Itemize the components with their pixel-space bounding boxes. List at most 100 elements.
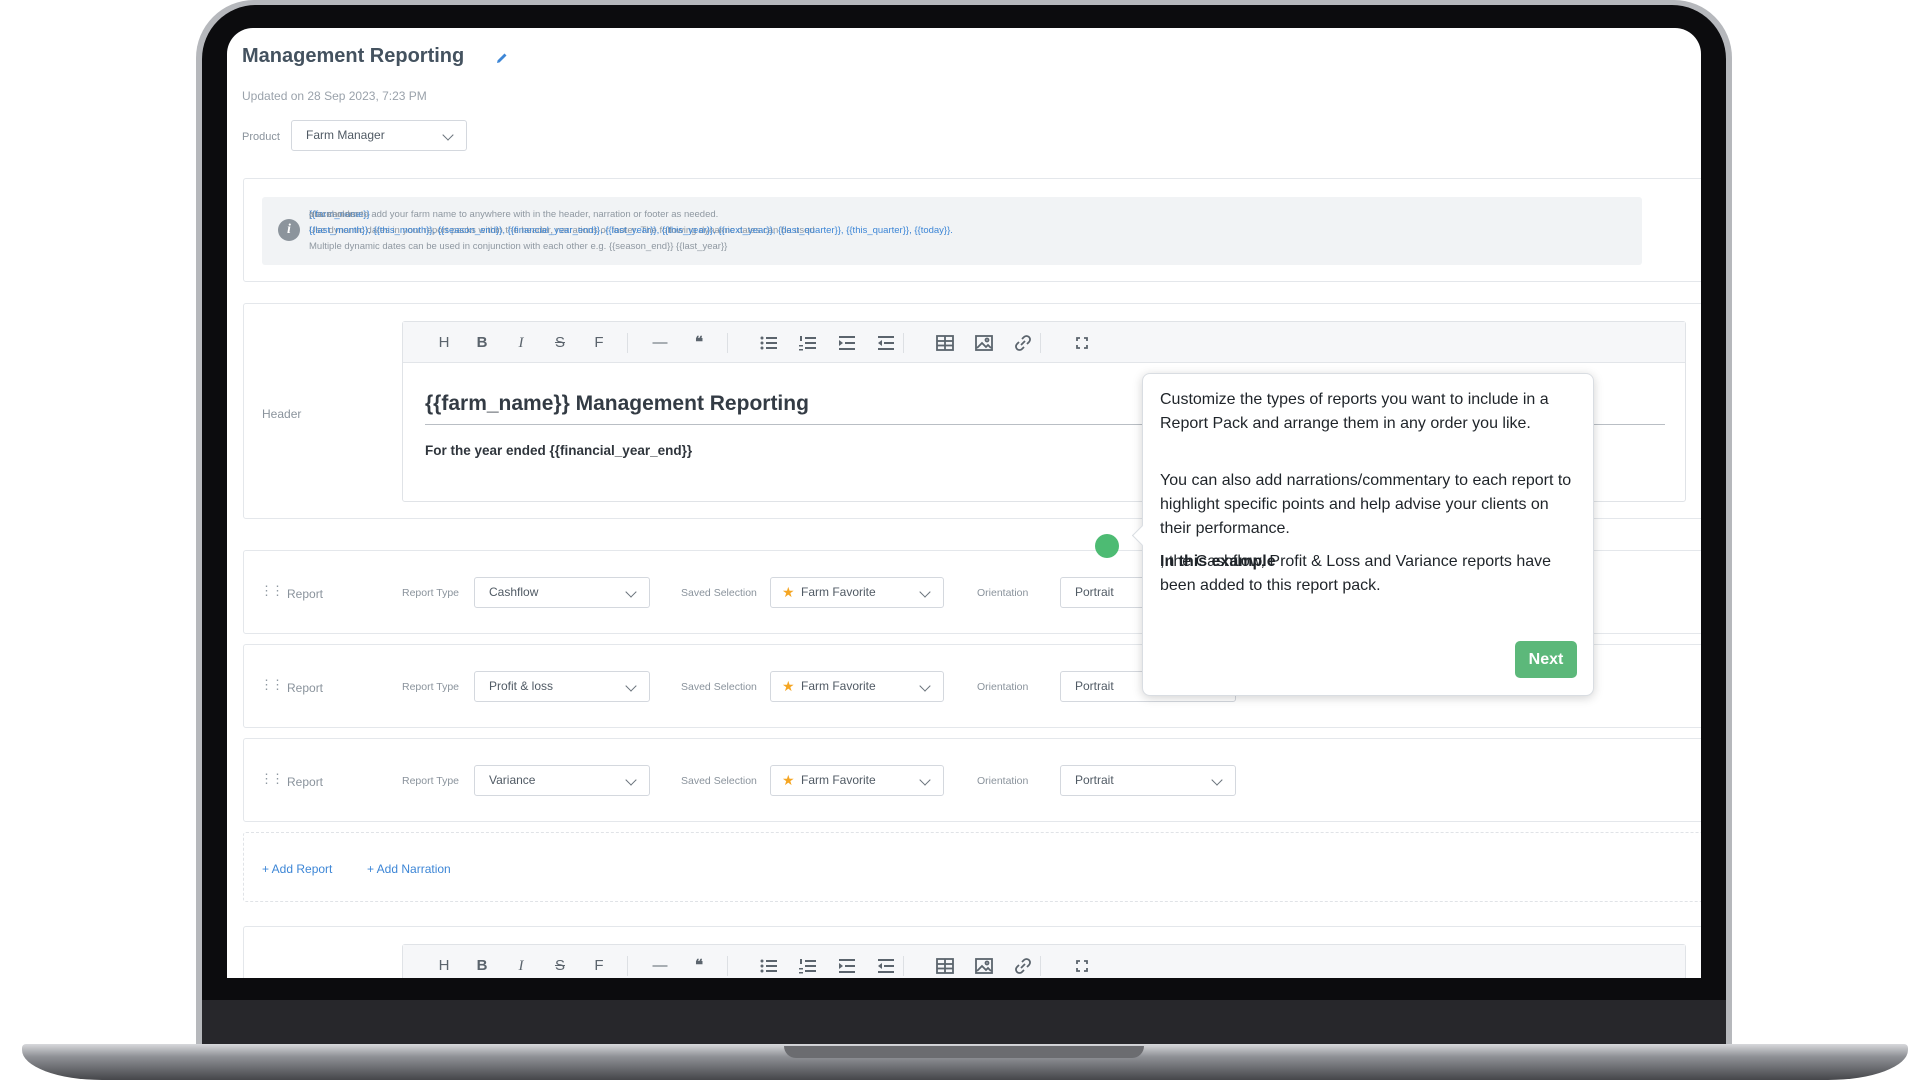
report-type-label: Report Type xyxy=(402,681,460,693)
report-type-select[interactable]: Profit & loss xyxy=(474,671,650,702)
indent-icon[interactable] xyxy=(825,332,855,354)
chevron-down-icon xyxy=(919,680,931,692)
report-type-select[interactable]: Variance xyxy=(474,765,650,796)
tour-hotspot-dot[interactable] xyxy=(1095,534,1119,558)
outdent-icon[interactable] xyxy=(864,332,894,354)
table-icon[interactable] xyxy=(923,955,954,977)
toolbar-divider xyxy=(903,333,904,353)
info-card: i You can use {{farm_name}} placeholder … xyxy=(243,178,1701,282)
fullscreen-icon[interactable] xyxy=(1060,955,1088,977)
outdent-icon[interactable] xyxy=(864,955,894,977)
dynamic-date-placeholders: {{last_month}}, {{this_month}}, {{season… xyxy=(309,225,953,236)
chevron-down-icon xyxy=(442,129,454,141)
table-icon[interactable] xyxy=(923,332,954,354)
report-type-label: Report Type xyxy=(402,587,460,599)
product-select[interactable]: Farm Manager xyxy=(291,120,467,151)
app-screen: Management Reporting Updated on 28 Sep 2… xyxy=(227,28,1701,978)
toolbar-divider xyxy=(903,956,904,976)
quote-icon[interactable]: ❝ xyxy=(688,955,710,977)
footer-section: H B I S F — ❝ xyxy=(243,926,1701,978)
font-icon[interactable]: F xyxy=(588,332,610,354)
image-icon[interactable] xyxy=(962,955,993,977)
toolbar-divider xyxy=(727,333,728,353)
star-icon: ★ xyxy=(782,584,795,600)
fullscreen-icon[interactable] xyxy=(1060,332,1088,354)
drag-handle-icon[interactable]: ⋮⋮ xyxy=(260,771,284,787)
report-type-select[interactable]: Cashflow xyxy=(474,577,650,608)
saved-selection-value: Farm Favorite xyxy=(801,679,876,693)
link-icon[interactable] xyxy=(1001,955,1031,977)
report-label: Report xyxy=(287,775,324,789)
footer-editor[interactable]: H B I S F — ❝ xyxy=(402,944,1686,978)
report-type-value: Variance xyxy=(489,773,536,787)
drag-handle-icon[interactable]: ⋮⋮ xyxy=(260,583,284,599)
star-icon: ★ xyxy=(782,678,795,694)
saved-selection-value: Farm Favorite xyxy=(801,773,876,787)
next-button[interactable]: Next xyxy=(1515,641,1577,678)
image-icon[interactable] xyxy=(962,332,993,354)
heading-icon[interactable]: H xyxy=(433,955,455,977)
editor-header-subtitle: For the year ended {{financial_year_end}… xyxy=(425,443,693,458)
horizontal-rule-icon[interactable]: — xyxy=(649,955,671,977)
toolbar-divider xyxy=(727,956,728,976)
orientation-select[interactable]: Portrait xyxy=(1060,765,1236,796)
chevron-down-icon xyxy=(625,774,637,786)
report-label: Report xyxy=(287,681,324,695)
numbered-list-icon[interactable] xyxy=(786,332,816,354)
chevron-down-icon xyxy=(1211,774,1223,786)
editor-toolbar: H B I S F — ❝ xyxy=(403,322,1685,363)
saved-selection-select[interactable]: ★ Farm Favorite xyxy=(770,577,944,608)
italic-icon[interactable]: I xyxy=(510,332,532,354)
saved-selection-label: Saved Selection xyxy=(681,587,757,599)
info-line-1-rest: placeholder to add your farm name to any… xyxy=(309,209,719,220)
strikethrough-icon[interactable]: S xyxy=(549,955,571,977)
horizontal-rule-icon[interactable]: — xyxy=(649,332,671,354)
chevron-down-icon xyxy=(919,774,931,786)
font-icon[interactable]: F xyxy=(588,955,610,977)
heading-icon[interactable]: H xyxy=(433,332,455,354)
orientation-label: Orientation xyxy=(977,681,1029,693)
numbered-list-icon[interactable] xyxy=(786,955,816,977)
italic-icon[interactable]: I xyxy=(510,955,532,977)
strikethrough-icon[interactable]: S xyxy=(549,332,571,354)
orientation-label: Orientation xyxy=(977,775,1029,787)
tooltip-arrow xyxy=(1131,524,1154,547)
page-title: Management Reporting xyxy=(242,45,465,67)
saved-selection-select[interactable]: ★ Farm Favorite xyxy=(770,765,944,796)
updated-timestamp: Updated on 28 Sep 2023, 7:23 PM xyxy=(242,89,427,103)
bold-icon[interactable]: B xyxy=(471,332,493,354)
edit-title-icon[interactable] xyxy=(494,50,510,66)
toolbar-divider xyxy=(1040,956,1041,976)
drag-handle-icon[interactable]: ⋮⋮ xyxy=(260,677,284,693)
info-box: i You can use {{farm_name}} placeholder … xyxy=(262,197,1642,265)
saved-selection-value: Farm Favorite xyxy=(801,585,876,599)
product-select-value: Farm Manager xyxy=(306,128,385,142)
report-type-value: Cashflow xyxy=(489,585,539,599)
info-text: You can use {{farm_name}} placeholder to… xyxy=(309,209,1639,259)
report-type-label: Report Type xyxy=(402,775,460,787)
info-icon: i xyxy=(278,219,300,241)
add-narration-button[interactable]: + Add Narration xyxy=(367,862,451,876)
bullet-list-icon[interactable] xyxy=(747,955,777,977)
info-line-multiple: Multiple dynamic dates can be used in co… xyxy=(309,241,728,252)
report-type-value: Profit & loss xyxy=(489,679,554,693)
bold-icon[interactable]: B xyxy=(471,955,493,977)
add-report-button[interactable]: + Add Report xyxy=(262,862,332,876)
product-label: Product xyxy=(242,131,280,143)
saved-selection-select[interactable]: ★ Farm Favorite xyxy=(770,671,944,702)
chevron-down-icon xyxy=(625,680,637,692)
quote-icon[interactable]: ❝ xyxy=(688,332,710,354)
onboarding-tooltip: Customize the types of reports you want … xyxy=(1131,373,1594,696)
star-icon: ★ xyxy=(782,772,795,788)
saved-selection-label: Saved Selection xyxy=(681,681,757,693)
indent-icon[interactable] xyxy=(825,955,855,977)
laptop-base-notch xyxy=(784,1046,1144,1058)
editor-toolbar: H B I S F — ❝ xyxy=(403,945,1685,978)
toolbar-divider xyxy=(627,333,628,353)
bullet-list-icon[interactable] xyxy=(747,332,777,354)
orientation-value: Portrait xyxy=(1075,679,1114,693)
header-label: Header xyxy=(262,407,302,421)
link-icon[interactable] xyxy=(1001,332,1031,354)
toolbar-divider xyxy=(627,956,628,976)
orientation-value: Portrait xyxy=(1075,585,1114,599)
